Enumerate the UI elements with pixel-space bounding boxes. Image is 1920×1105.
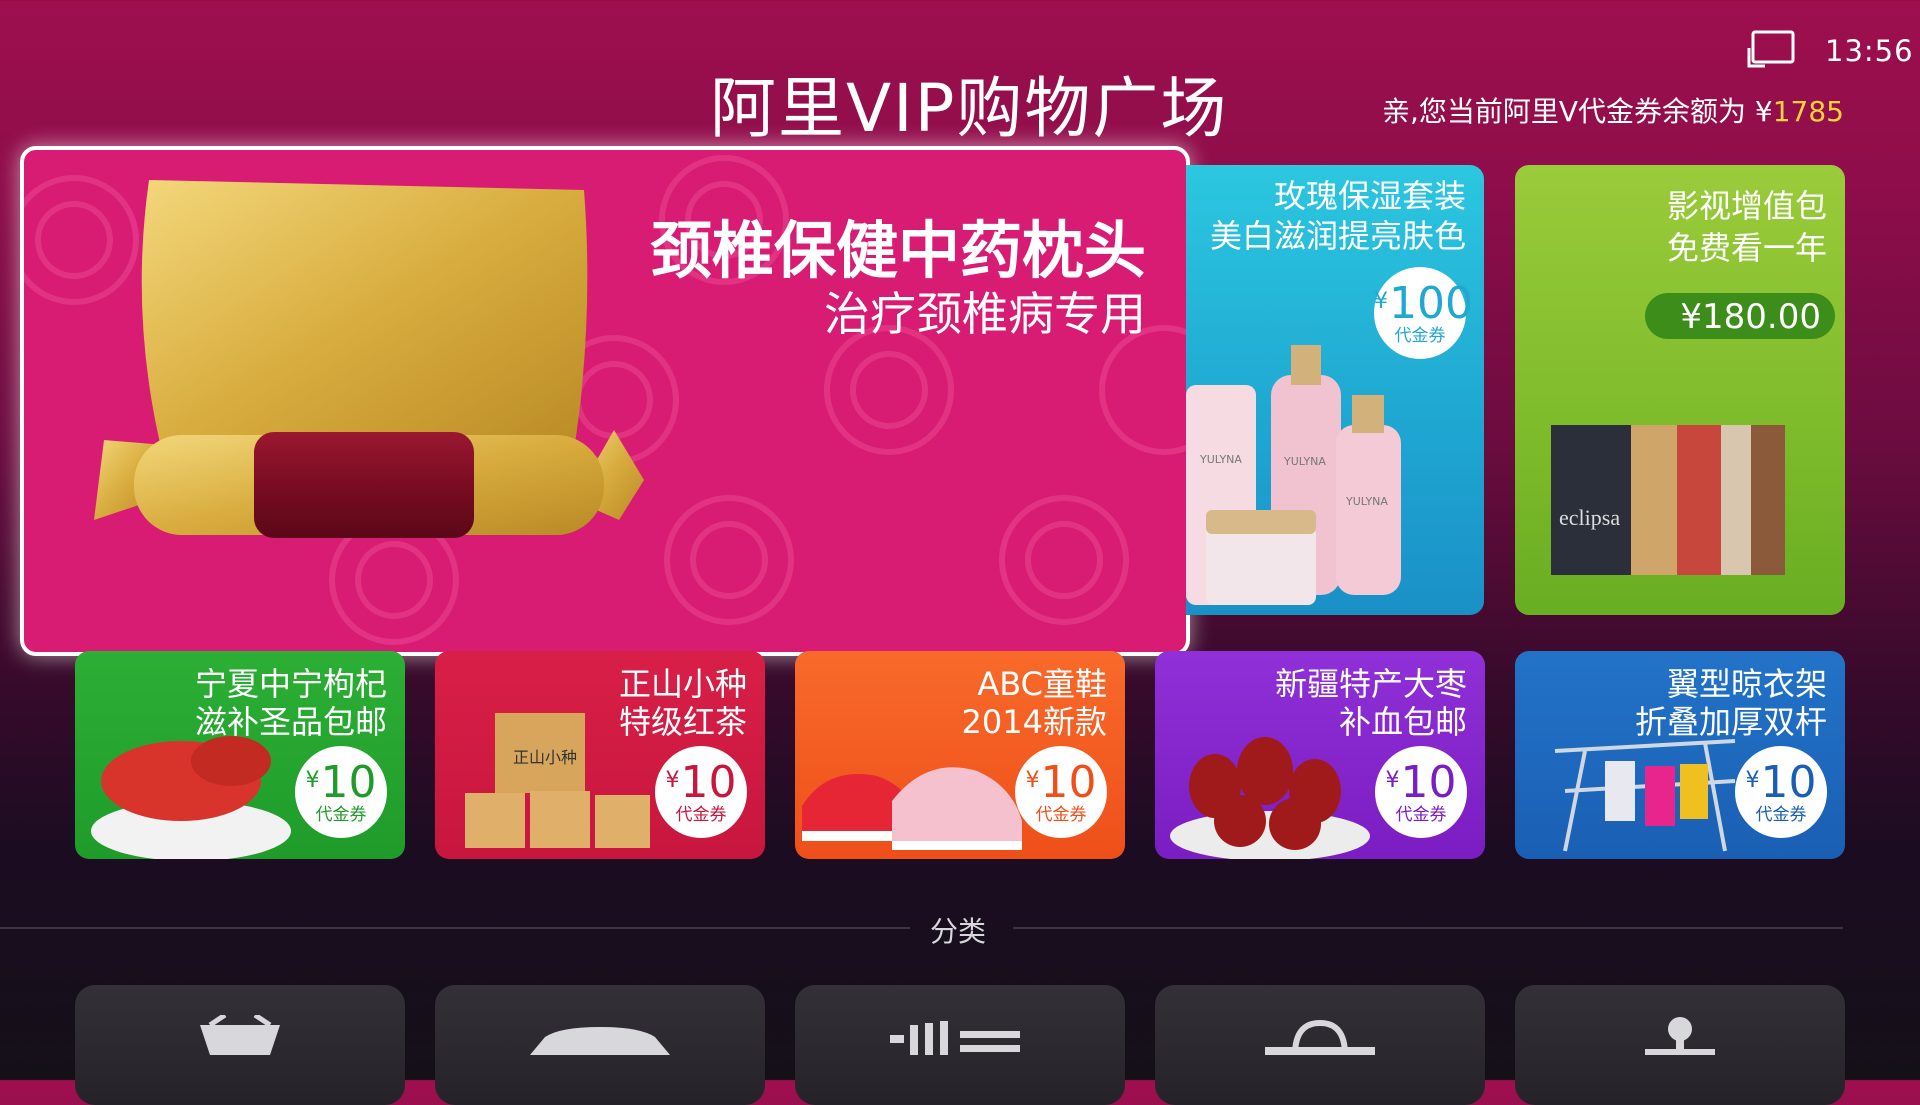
category-divider-right bbox=[1013, 927, 1843, 929]
basket-icon bbox=[200, 1015, 280, 1055]
balance-amount: 1785 bbox=[1772, 95, 1844, 128]
joystick-icon bbox=[1645, 1017, 1715, 1055]
tv-screen-icon bbox=[1745, 28, 1797, 70]
product-card-dates[interactable]: 新疆特产大枣 补血包邮 ¥10 代金券 bbox=[1155, 651, 1485, 859]
product-line2: 补血包邮 bbox=[1338, 703, 1467, 741]
category-label: 分类 bbox=[930, 915, 987, 948]
goji-berries-image bbox=[91, 736, 291, 859]
pillow-image bbox=[94, 180, 644, 538]
video-line2: 免费看一年 bbox=[1666, 229, 1827, 267]
coupon-badge: ¥10 代金券 bbox=[655, 746, 747, 838]
featured-card-pillow[interactable]: 颈椎保健中药枕头 治疗颈椎病专用 bbox=[20, 146, 1190, 656]
product-line2: 滋补圣品包邮 bbox=[194, 703, 387, 741]
video-price: ¥180.00 bbox=[1680, 297, 1821, 337]
red-dates-image bbox=[1170, 737, 1370, 859]
product-line2: 2014新款 bbox=[961, 703, 1107, 741]
cosmetics-line1: 玫瑰保湿套装 bbox=[1273, 177, 1466, 215]
bottle-label: YULYNA bbox=[1283, 455, 1326, 468]
product-line1: 新疆特产大枣 bbox=[1274, 665, 1467, 703]
product-line1: 翼型晾衣架 bbox=[1666, 665, 1827, 703]
product-card-clothes-rack[interactable]: 翼型晾衣架 折叠加厚双杆 ¥10 代金券 bbox=[1515, 651, 1845, 859]
coupon-badge: ¥10 代金券 bbox=[1375, 746, 1467, 838]
bottle-label: YULYNA bbox=[1199, 453, 1242, 466]
video-line1: 影视增值包 bbox=[1666, 187, 1827, 225]
product-line1: 宁夏中宁枸杞 bbox=[194, 665, 387, 703]
movie-posters-image: eclipsa bbox=[1551, 425, 1785, 575]
tea-box-label: 正山小种 bbox=[513, 748, 577, 767]
balance-prefix: 亲,您当前阿里V代金券余额为 ¥ bbox=[1381, 95, 1773, 128]
category-tile-2[interactable] bbox=[435, 985, 765, 1105]
product-card-tea[interactable]: 正山小种 正山小种 特级红茶 ¥10 代金券 bbox=[435, 651, 765, 859]
product-line2: 折叠加厚双杆 bbox=[1634, 703, 1827, 741]
category-tile-1[interactable] bbox=[75, 985, 405, 1105]
product-card-goji[interactable]: 宁夏中宁枸杞 滋补圣品包邮 ¥10 代金券 bbox=[75, 651, 405, 859]
product-line1: 正山小种 bbox=[618, 665, 747, 703]
category-divider-left bbox=[0, 927, 910, 929]
category-tile-4[interactable] bbox=[1155, 985, 1485, 1105]
featured-subtitle: 治疗颈椎病专用 bbox=[824, 287, 1146, 341]
voucher-balance: 亲,您当前阿里V代金券余额为 ¥1785 bbox=[1382, 90, 1844, 130]
featured-title: 颈椎保健中药枕头 bbox=[649, 214, 1146, 287]
product-card-shoes[interactable]: ABC童鞋 2014新款 ¥10 代金券 bbox=[795, 651, 1125, 859]
cosmetics-card[interactable]: 玫瑰保湿套装 美白滋润提亮肤色 ¥100 代金券 YULYNA YULYNA Y… bbox=[1186, 165, 1484, 615]
video-package-card[interactable]: 影视增值包 免费看一年 ¥180.00 eclipsa bbox=[1515, 165, 1845, 615]
poster-title: eclipsa bbox=[1559, 505, 1620, 530]
cosmetics-line2: 美白滋润提亮肤色 bbox=[1209, 217, 1466, 255]
category-tile-5[interactable] bbox=[1515, 985, 1845, 1105]
speed-lines-icon bbox=[890, 1021, 1020, 1055]
coupon-badge: ¥10 代金券 bbox=[1015, 746, 1107, 838]
car-icon bbox=[530, 1027, 670, 1055]
cosmetics-bottles-image: YULYNA YULYNA YULYNA bbox=[1186, 345, 1401, 605]
coupon-badge: ¥10 代金券 bbox=[1735, 746, 1827, 838]
product-line1: ABC童鞋 bbox=[977, 665, 1107, 703]
clothes-rack-image bbox=[1554, 739, 1736, 852]
clock: 13:56 bbox=[1825, 34, 1914, 68]
product-line2: 特级红茶 bbox=[618, 703, 747, 741]
category-tile-3[interactable] bbox=[795, 985, 1125, 1105]
coupon-badge: ¥10 代金券 bbox=[295, 746, 387, 838]
price-pill: ¥180.00 bbox=[1645, 293, 1835, 339]
bottle-label: YULYNA bbox=[1345, 495, 1388, 508]
kids-shoes-image bbox=[802, 767, 1022, 850]
shopping-bag-icon bbox=[1265, 1019, 1375, 1055]
page-title: 阿里VIP购物广场 bbox=[710, 70, 1229, 147]
